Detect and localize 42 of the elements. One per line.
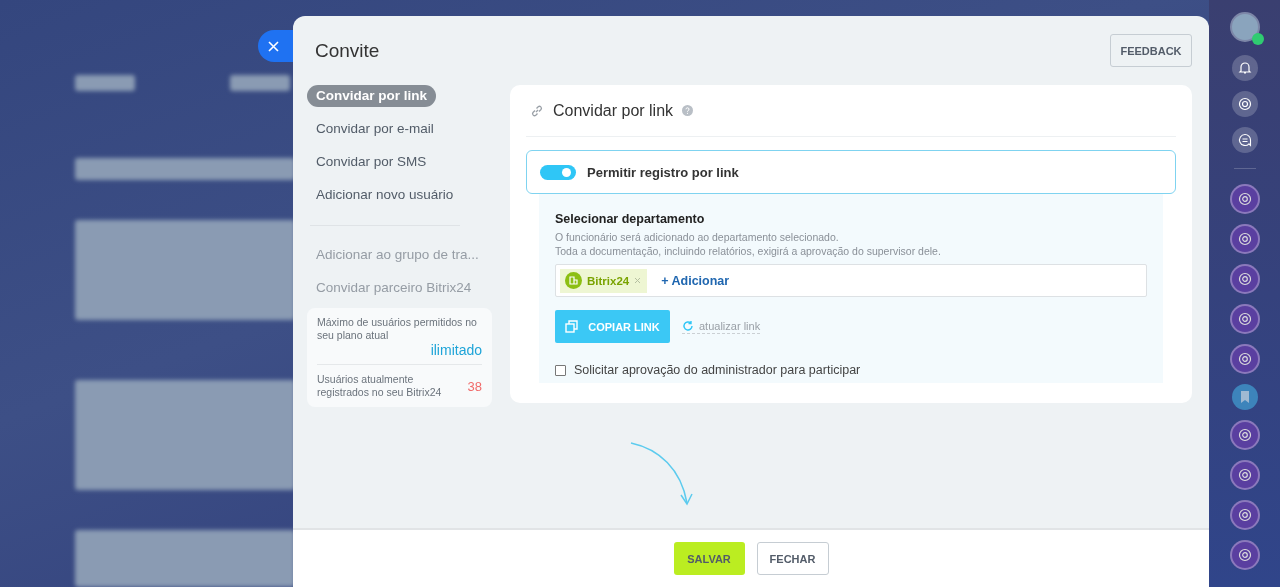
stat-label: Máximo de usuários permitidos no seu plano atual bbox=[317, 316, 478, 342]
save-button[interactable]: SALVAR bbox=[673, 542, 745, 575]
feedback-button[interactable]: FEEDBACK bbox=[1110, 34, 1192, 67]
bell-icon[interactable] bbox=[1231, 55, 1258, 81]
window-title: Convite bbox=[315, 39, 380, 62]
checkbox-label: Solicitar aprovação do administrador para participar bbox=[574, 363, 861, 377]
copy-icon bbox=[565, 320, 579, 333]
department-selector[interactable]: Bitrix24 + Adicionar bbox=[555, 264, 1147, 297]
section-title: Selecionar departamento bbox=[555, 212, 706, 226]
checkbox[interactable] bbox=[555, 364, 566, 376]
close-button[interactable] bbox=[258, 30, 293, 62]
building-icon bbox=[565, 272, 582, 289]
nav-item[interactable]: Convidar por link bbox=[307, 85, 436, 107]
description-text: Toda a documentação, incluindo relatórios, exigirá a aprovação do supervisor dele. bbox=[555, 244, 942, 258]
app-icon[interactable] bbox=[1229, 184, 1260, 214]
nav-item[interactable]: Convidar por SMS bbox=[307, 151, 436, 173]
close-icon bbox=[268, 40, 279, 52]
link-icon bbox=[530, 103, 544, 118]
app-icon[interactable] bbox=[1229, 224, 1260, 254]
nav-item[interactable]: Adicionar novo usuário bbox=[307, 184, 463, 206]
card-title: Convidar por link bbox=[553, 101, 674, 120]
stat-value: ilimitado bbox=[429, 342, 482, 358]
toggle-switch[interactable] bbox=[540, 164, 576, 180]
app-icon[interactable] bbox=[1229, 344, 1260, 374]
add-link[interactable]: + Adicionar bbox=[655, 272, 736, 289]
app-icon[interactable] bbox=[1229, 500, 1260, 530]
app-icon[interactable] bbox=[1229, 264, 1260, 294]
stat-label: Usuários atualmente registrados no seu Bitrix24 bbox=[317, 373, 443, 399]
app-icon[interactable] bbox=[1229, 420, 1260, 450]
app-icon[interactable] bbox=[1229, 460, 1260, 490]
tag-label: Bitrix24 bbox=[587, 274, 630, 287]
nav-item[interactable]: Convidar por e-mail bbox=[307, 118, 443, 140]
stat-value: 38 bbox=[467, 378, 482, 394]
close-button[interactable]: FECHAR bbox=[756, 542, 829, 575]
app-icon[interactable] bbox=[1229, 540, 1260, 570]
curved-arrow bbox=[630, 442, 693, 506]
refresh-icon bbox=[682, 319, 694, 332]
chat-icon[interactable] bbox=[1231, 127, 1258, 153]
app-icon[interactable] bbox=[1229, 304, 1260, 334]
description-text: O funcionário será adicionado ao departamento selecionado. bbox=[555, 230, 840, 244]
bookmark-icon[interactable] bbox=[1231, 384, 1258, 410]
toggle-label: Permitir registro por link bbox=[587, 164, 739, 180]
